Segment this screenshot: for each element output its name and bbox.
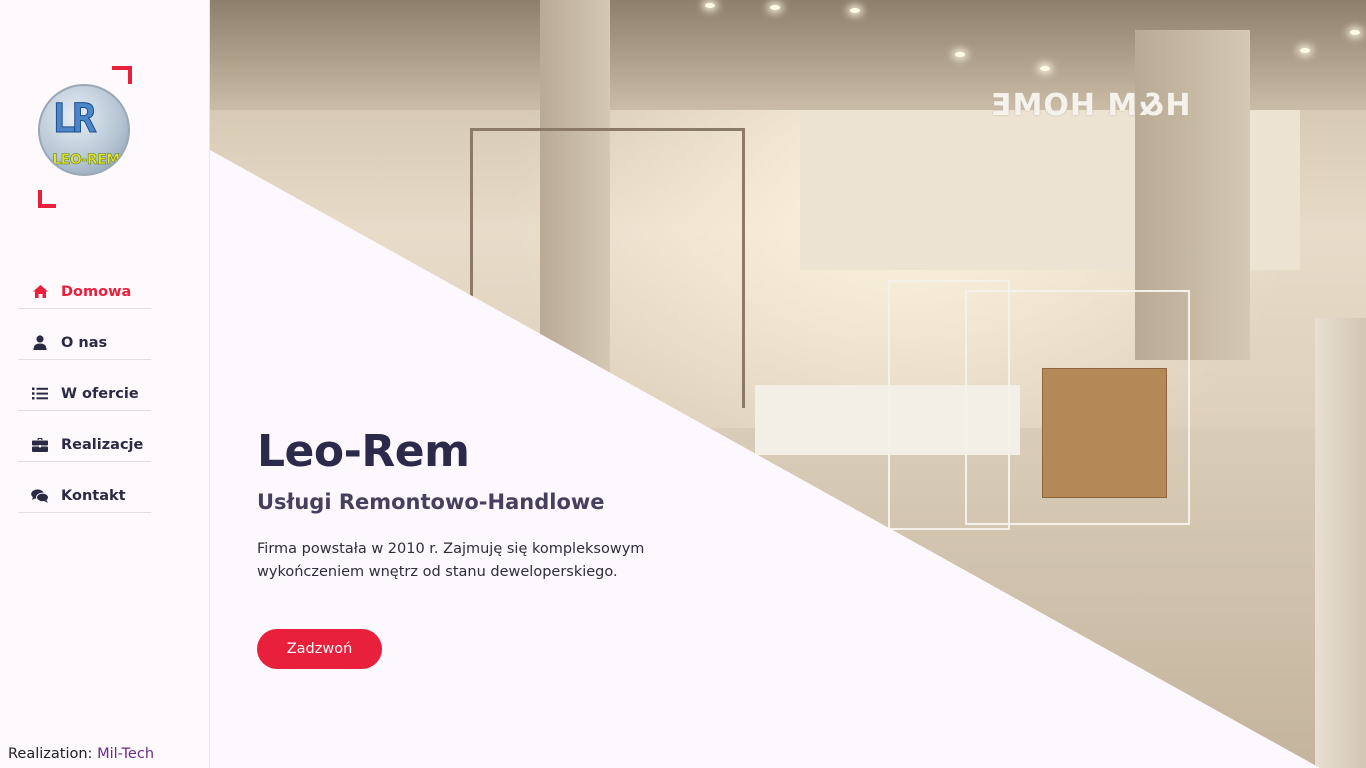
main-nav: Domowa O nas W ofercie Realizacje Kontak… [18,275,151,530]
nav-item-w-ofercie[interactable]: W ofercie [18,377,151,411]
leo-rem-logo-icon: LR LEO-REM [38,84,130,176]
ceiling-lamp [1300,48,1310,53]
credit-brand-link[interactable]: Mil-Tech [97,746,154,762]
user-icon [31,335,49,351]
sidebar: LR LEO-REM Domowa O nas W ofercie Realiz… [0,0,210,768]
hero-title: Leo-Rem [257,426,470,477]
nav-item-label: Realizacje [61,436,144,453]
logo-corner-top-right [112,66,132,84]
photo-right-pillar [1315,318,1366,768]
logo-letters: LR [51,96,96,143]
ceiling-lamp [1040,66,1050,71]
hero-description: Firma powstała w 2010 r. Zajmuję się kom… [257,541,645,580]
logo-text: LEO-REM [52,152,120,169]
ceiling-lamp [705,3,715,8]
home-icon [31,284,49,300]
chat-icon [31,488,49,504]
hero-section: H&M HOME Leo-Rem Usługi Remontowo-Handlo… [210,0,1366,768]
footer-credit: Realization: Mil-Tech [8,746,154,762]
briefcase-icon [31,437,49,453]
ceiling-lamp [955,52,965,57]
nav-item-label: O nas [61,334,108,351]
nav-item-o-nas[interactable]: O nas [18,326,151,360]
nav-item-label: Kontakt [61,487,126,504]
hero-subtitle: Usługi Remontowo-Handlowe [257,490,605,514]
nav-item-label: W ofercie [61,385,139,402]
logo[interactable]: LR LEO-REM [38,66,132,208]
ceiling-lamp [850,8,860,13]
nav-item-domowa[interactable]: Domowa [18,275,151,309]
nav-item-realizacje[interactable]: Realizacje [18,428,151,462]
nav-item-label: Domowa [61,283,132,300]
photo-rack [965,290,1190,525]
logo-corner-bottom-left [38,190,56,208]
nav-item-kontakt[interactable]: Kontakt [18,479,151,513]
credit-prefix: Realization: [8,746,93,762]
ceiling-lamp [770,5,780,10]
ceiling-lamp [1350,30,1360,35]
call-button[interactable]: Zadzwoń [257,629,382,669]
list-icon [31,386,49,402]
photo-store-sign: H&M HOME [990,88,1191,123]
